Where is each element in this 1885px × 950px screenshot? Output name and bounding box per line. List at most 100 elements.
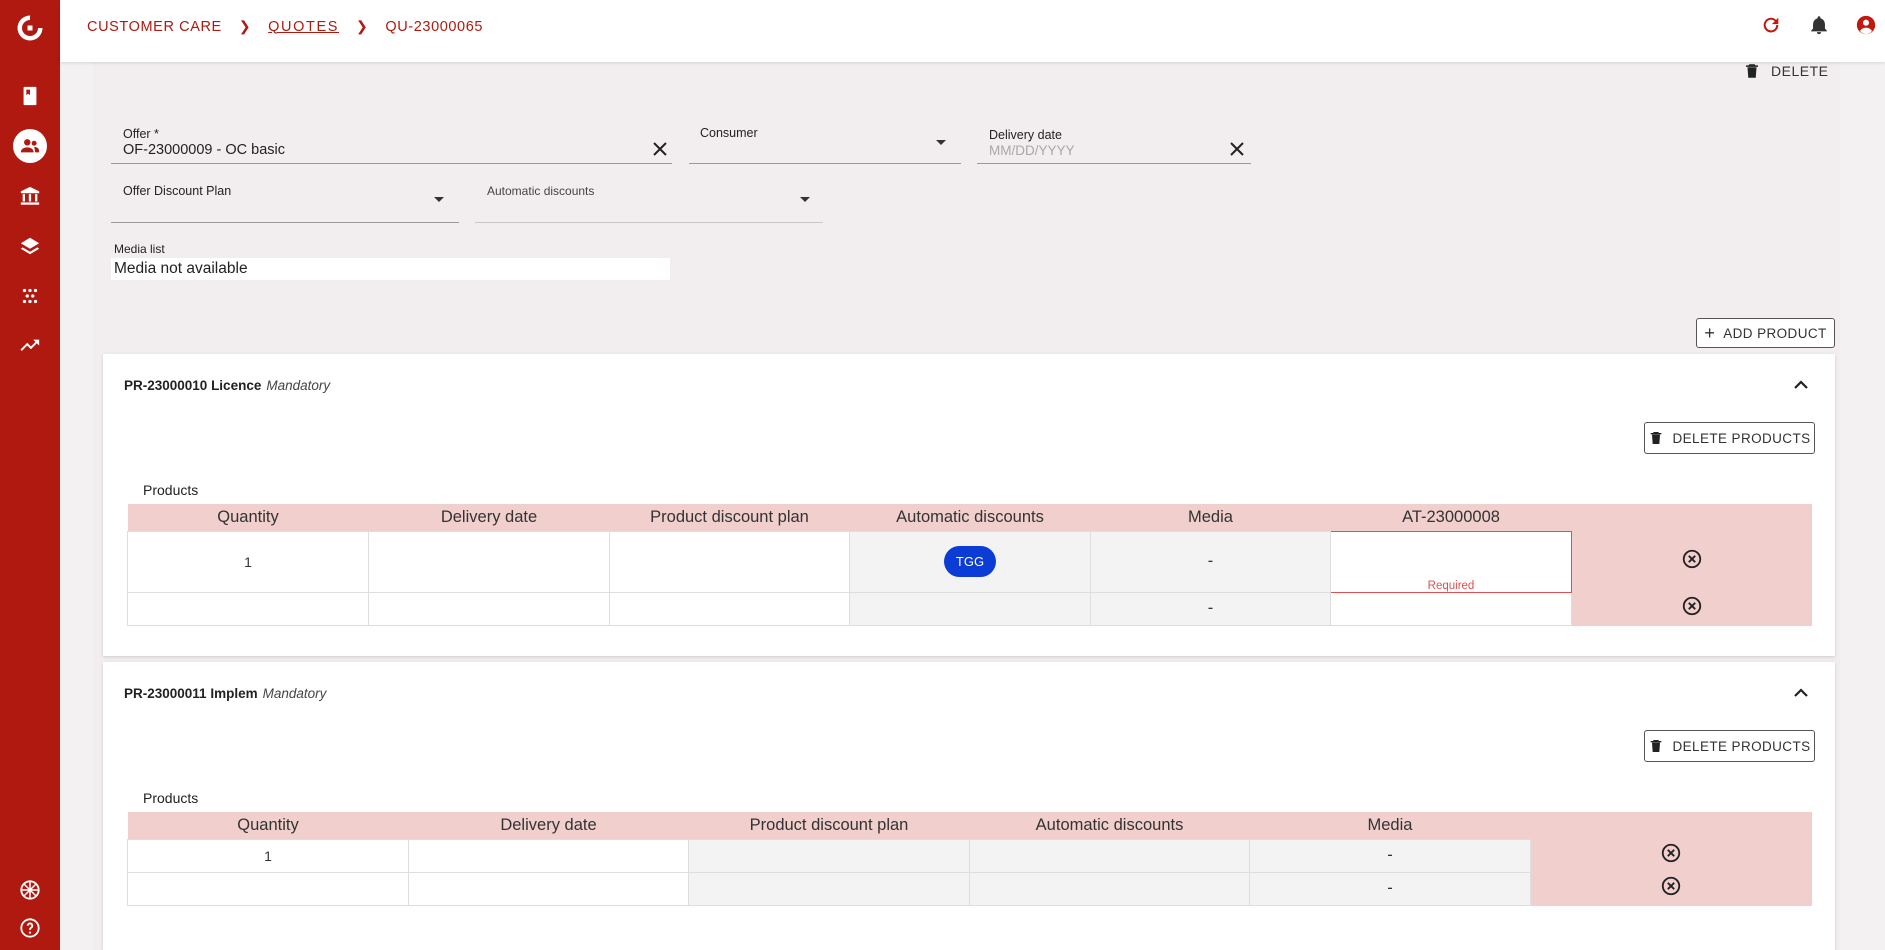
column-header: Product discount plan xyxy=(609,504,850,531)
delivery-date-underline xyxy=(977,163,1251,164)
offer-field[interactable]: OF-23000009 - OC basic xyxy=(123,142,285,158)
breadcrumb-current: QU-23000065 xyxy=(385,18,484,35)
media-cell: - xyxy=(1090,591,1331,626)
delete-products-label: DELETE PRODUCTS xyxy=(1672,738,1811,754)
add-product-label: ADD PRODUCT xyxy=(1723,325,1827,341)
column-header xyxy=(1571,504,1812,531)
delete-quote-button[interactable]: DELETE xyxy=(1743,62,1828,80)
automatic-discounts-select[interactable] xyxy=(475,222,823,223)
media-list-box: Media not available xyxy=(111,258,670,280)
consumer-label: Consumer xyxy=(700,126,758,140)
quantity-cell[interactable] xyxy=(127,591,369,626)
column-header: Automatic discounts xyxy=(969,812,1250,839)
consumer-underline xyxy=(689,163,961,164)
column-header: Quantity xyxy=(127,504,369,531)
breadcrumb-root[interactable]: CUSTOMER CARE xyxy=(87,19,222,35)
refresh-icon[interactable] xyxy=(1760,14,1784,38)
offer-discount-plan-select[interactable] xyxy=(111,222,459,223)
clear-delivery-date-icon[interactable] xyxy=(1228,140,1246,158)
sidebar xyxy=(0,0,60,950)
bank-icon[interactable] xyxy=(13,179,47,213)
collapse-chevron-icon[interactable] xyxy=(1793,686,1809,698)
column-header: Media xyxy=(1090,504,1331,531)
automatic-discounts-dropdown-icon[interactable] xyxy=(800,197,810,202)
delivery-date-input[interactable]: MM/DD/YYYY xyxy=(989,143,1075,158)
delete-products-button[interactable]: DELETE PRODUCTS xyxy=(1644,422,1815,454)
required-error-text: Required xyxy=(1427,579,1475,592)
product-discount-plan-cell[interactable] xyxy=(609,591,850,626)
remove-row-icon[interactable] xyxy=(1681,548,1703,570)
column-header: Media xyxy=(1249,812,1531,839)
quantity-cell[interactable]: 1 xyxy=(127,838,409,873)
column-header: Product discount plan xyxy=(688,812,970,839)
attribute-input-cell[interactable]: Required xyxy=(1330,530,1572,593)
collapse-chevron-icon[interactable] xyxy=(1793,378,1809,390)
products-table: Quantity Delivery date Product discount … xyxy=(127,812,1812,906)
product-card-title: PR-23000011 Implem Mandatory xyxy=(124,686,327,701)
app-logo-icon[interactable] xyxy=(13,11,47,45)
dots-icon[interactable] xyxy=(13,279,47,313)
table-row: 1 - xyxy=(127,838,1812,873)
consumer-dropdown-icon[interactable] xyxy=(936,140,946,145)
delivery-date-cell[interactable] xyxy=(408,838,689,873)
column-header: Delivery date xyxy=(408,812,689,839)
offer-underline xyxy=(111,163,672,164)
attribute-input-cell[interactable] xyxy=(1330,591,1572,626)
delivery-date-cell[interactable] xyxy=(368,530,610,593)
add-product-button[interactable]: + ADD PRODUCT xyxy=(1696,318,1835,348)
media-cell: - xyxy=(1090,530,1331,593)
customers-icon[interactable] xyxy=(13,129,47,163)
account-icon[interactable] xyxy=(1855,14,1879,38)
product-card-licence: PR-23000010 Licence Mandatory DELETE PROD… xyxy=(103,354,1835,656)
offer-discount-plan-label: Offer Discount Plan xyxy=(123,184,232,198)
clear-offer-icon[interactable] xyxy=(651,140,669,158)
delete-products-button[interactable]: DELETE PRODUCTS xyxy=(1644,730,1815,762)
automatic-discounts-cell xyxy=(969,838,1250,873)
product-discount-plan-cell xyxy=(688,838,970,873)
table-header-row: Quantity Delivery date Product discount … xyxy=(127,504,1812,531)
remove-row-cell xyxy=(1530,838,1812,873)
remove-row-cell xyxy=(1571,591,1812,626)
offer-label: Offer * xyxy=(123,127,159,141)
table-row: 1 TGG - Required xyxy=(127,530,1812,593)
products-table: Quantity Delivery date Product discount … xyxy=(127,504,1812,626)
chevron-right-icon: ❯ xyxy=(356,18,369,34)
offer-discount-plan-dropdown-icon[interactable] xyxy=(434,197,444,202)
product-discount-plan-cell xyxy=(688,871,970,906)
delivery-date-cell[interactable] xyxy=(368,591,610,626)
media-list-value: Media not available xyxy=(114,260,248,277)
help-icon[interactable] xyxy=(13,911,47,945)
media-list-label: Media list xyxy=(114,242,165,256)
product-discount-plan-cell[interactable] xyxy=(609,530,850,593)
column-header xyxy=(1530,812,1812,839)
column-header: AT-23000008 xyxy=(1330,504,1572,531)
remove-row-icon[interactable] xyxy=(1681,595,1703,617)
breadcrumb-quotes-link[interactable]: QUOTES xyxy=(268,19,339,35)
products-table-title: Products xyxy=(143,790,199,806)
remove-row-icon[interactable] xyxy=(1660,875,1682,897)
remove-row-icon[interactable] xyxy=(1660,842,1682,864)
language-icon[interactable] xyxy=(13,873,47,907)
media-cell: - xyxy=(1249,871,1531,906)
top-bar: CUSTOMER CARE ❯ QUOTES ❯ QU-23000065 xyxy=(60,0,1885,62)
delivery-date-cell[interactable] xyxy=(408,871,689,906)
quantity-cell[interactable]: 1 xyxy=(127,530,369,593)
table-row: - xyxy=(127,591,1812,626)
trash-icon xyxy=(1746,64,1758,78)
remove-row-cell xyxy=(1571,530,1812,593)
layers-icon[interactable] xyxy=(13,229,47,263)
automatic-discounts-cell xyxy=(969,871,1250,906)
discount-badge[interactable]: TGG xyxy=(943,546,997,577)
quantity-cell[interactable] xyxy=(127,871,409,906)
remove-row-cell xyxy=(1530,871,1812,906)
delete-products-label: DELETE PRODUCTS xyxy=(1672,430,1811,446)
column-header: Delivery date xyxy=(368,504,610,531)
product-card-implem: PR-23000011 Implem Mandatory DELETE PRODU… xyxy=(103,662,1835,950)
trend-icon[interactable] xyxy=(13,329,47,363)
book-icon[interactable] xyxy=(13,79,47,113)
automatic-discounts-cell: TGG xyxy=(849,530,1091,593)
automatic-discounts-label: Automatic discounts xyxy=(487,184,595,198)
bell-icon[interactable] xyxy=(1808,14,1832,38)
plus-icon: + xyxy=(1704,323,1716,343)
trash-icon xyxy=(1651,740,1662,752)
